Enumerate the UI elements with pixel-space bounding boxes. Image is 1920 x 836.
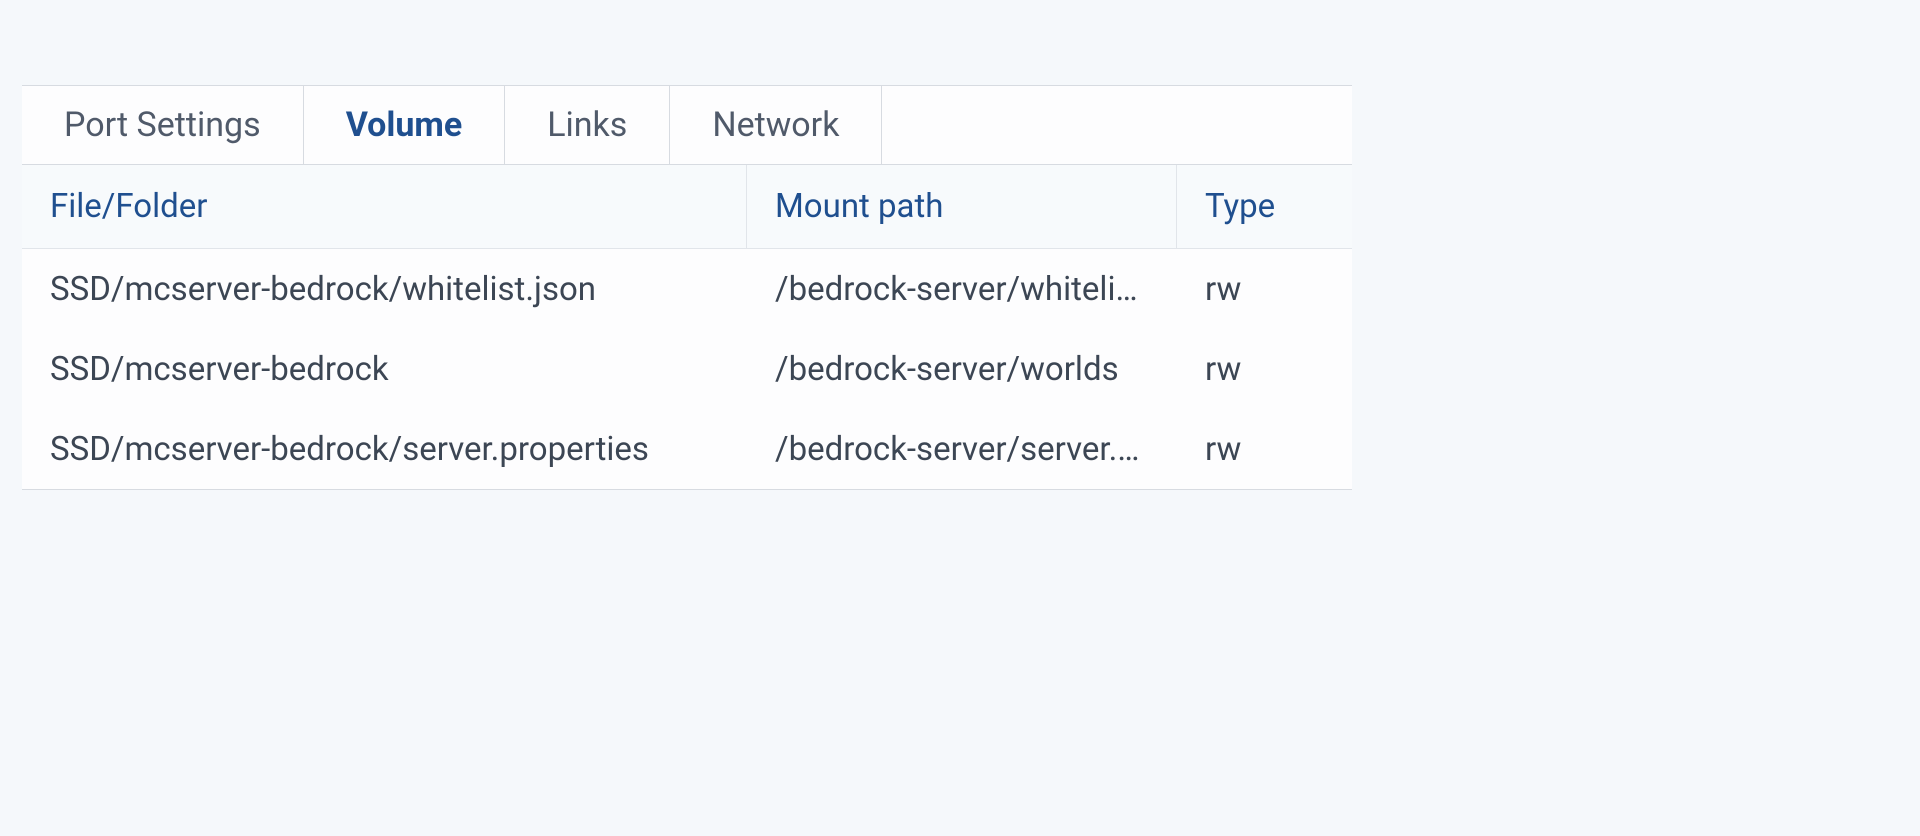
page-root: Port Settings Volume Links Network File/… <box>0 0 1920 836</box>
table-row[interactable]: SSD/mcserver-bedrock /bedrock-server/wor… <box>22 329 1352 409</box>
tab-network[interactable]: Network <box>670 86 882 164</box>
table-header-row: File/Folder Mount path Type <box>22 165 1352 249</box>
tabs-bar: Port Settings Volume Links Network <box>22 86 1352 165</box>
cell-file: SSD/mcserver-bedrock/whitelist.json <box>22 270 747 309</box>
top-spacer <box>0 0 1920 85</box>
volume-table: File/Folder Mount path Type SSD/mcserver… <box>22 165 1352 489</box>
cell-mount: /bedrock-server/server.properties <box>747 430 1177 469</box>
cell-mount: /bedrock-server/worlds <box>747 350 1177 389</box>
column-header-mount[interactable]: Mount path <box>747 165 1177 248</box>
settings-panel: Port Settings Volume Links Network File/… <box>22 85 1352 490</box>
tab-port-settings[interactable]: Port Settings <box>22 86 304 164</box>
tab-links[interactable]: Links <box>505 86 670 164</box>
table-row[interactable]: SSD/mcserver-bedrock/server.properties /… <box>22 409 1352 489</box>
cell-file: SSD/mcserver-bedrock/server.properties <box>22 430 747 469</box>
table-row[interactable]: SSD/mcserver-bedrock/whitelist.json /bed… <box>22 249 1352 329</box>
cell-file: SSD/mcserver-bedrock <box>22 350 747 389</box>
cell-mount: /bedrock-server/whitelist.json <box>747 270 1177 309</box>
column-header-file[interactable]: File/Folder <box>22 165 747 248</box>
column-header-type[interactable]: Type <box>1177 165 1352 248</box>
cell-type: rw <box>1177 430 1352 469</box>
cell-type: rw <box>1177 350 1352 389</box>
table-body: SSD/mcserver-bedrock/whitelist.json /bed… <box>22 249 1352 489</box>
cell-type: rw <box>1177 270 1352 309</box>
tab-volume[interactable]: Volume <box>304 86 506 164</box>
